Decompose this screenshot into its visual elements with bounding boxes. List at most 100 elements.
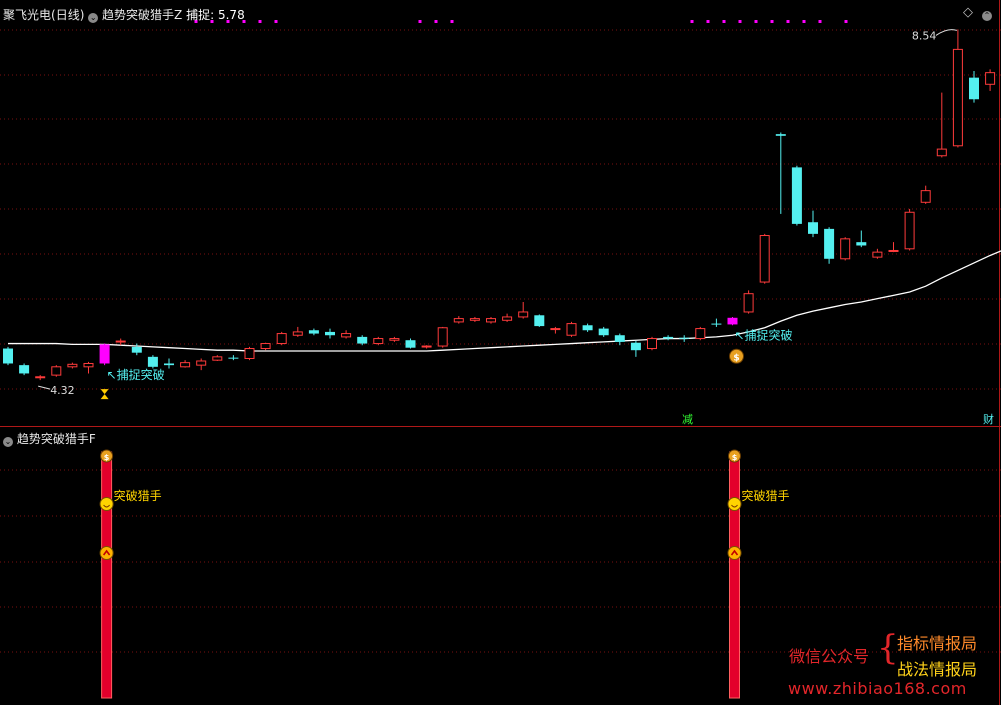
candle bbox=[147, 355, 158, 369]
candle-body bbox=[840, 238, 851, 260]
candle-body bbox=[244, 348, 255, 359]
candle bbox=[357, 335, 368, 346]
candle bbox=[502, 313, 513, 322]
sub-signal-label: 突破猎手 bbox=[114, 488, 162, 503]
candle bbox=[630, 341, 641, 357]
candle bbox=[260, 342, 271, 351]
candle-body bbox=[775, 134, 786, 136]
candle-body bbox=[502, 316, 513, 321]
main-indicator-name: 趋势突破猎手Z bbox=[102, 8, 183, 22]
candle bbox=[679, 335, 690, 342]
candle bbox=[389, 336, 400, 342]
candle-body bbox=[904, 211, 915, 250]
candle bbox=[373, 336, 384, 346]
collapse-main-icon[interactable]: ⌄ bbox=[88, 13, 99, 23]
capture-label: 捕捉: bbox=[186, 8, 215, 22]
candle-body bbox=[180, 362, 191, 368]
marker-dot bbox=[706, 20, 710, 23]
candle-body bbox=[888, 249, 899, 252]
chart-canvas[interactable]: 4.32 8.54 ↖捕捉突破 ↖捕捉突破 $ $ 突破猎手 $ 突破猎手 bbox=[0, 0, 1001, 705]
candle bbox=[566, 321, 577, 337]
candle bbox=[791, 165, 802, 226]
candle bbox=[35, 375, 46, 381]
candle bbox=[196, 358, 207, 371]
marker-dot bbox=[786, 20, 790, 23]
candle-body bbox=[437, 327, 448, 347]
hourglass-icon bbox=[100, 389, 109, 395]
candle bbox=[453, 316, 464, 324]
ma-line bbox=[8, 250, 1001, 352]
candle bbox=[582, 323, 593, 332]
candle-body bbox=[936, 148, 947, 157]
candle bbox=[115, 338, 126, 346]
candle bbox=[711, 318, 722, 327]
candle bbox=[808, 210, 818, 238]
marker-dot bbox=[754, 20, 758, 23]
candle bbox=[727, 316, 738, 326]
candle bbox=[518, 301, 529, 319]
grid-lines bbox=[0, 0, 1001, 705]
money-bag-symbol: $ bbox=[733, 353, 739, 363]
candle-body bbox=[743, 293, 754, 313]
sub-indicator-name: 趋势突破猎手F bbox=[16, 432, 96, 446]
sub-signal-column: $ 突破猎手 bbox=[99, 449, 162, 699]
candle-body bbox=[695, 328, 706, 340]
candle-body bbox=[83, 362, 94, 368]
marker-dot bbox=[722, 20, 726, 23]
marker-dot bbox=[450, 20, 454, 23]
sub-signal-column: $ 突破猎手 bbox=[727, 449, 790, 699]
candle-body bbox=[534, 315, 545, 327]
candle-body bbox=[582, 325, 593, 331]
candle-body bbox=[727, 317, 738, 325]
candle-body bbox=[808, 222, 818, 234]
candle-body bbox=[51, 366, 62, 376]
candle bbox=[840, 237, 851, 261]
sub-header: ⌄ 趋势突破猎手F bbox=[3, 430, 96, 447]
candle bbox=[51, 365, 62, 377]
marker-dot bbox=[844, 20, 848, 23]
candle-body bbox=[3, 348, 13, 364]
marker-dot bbox=[770, 20, 774, 23]
marker-dot bbox=[258, 20, 262, 23]
candle bbox=[67, 362, 78, 369]
candle-body bbox=[920, 190, 931, 203]
candle-body bbox=[969, 77, 979, 100]
candle bbox=[695, 326, 706, 341]
candle bbox=[164, 358, 174, 369]
candle-body bbox=[663, 336, 674, 339]
candle bbox=[824, 227, 835, 264]
candle bbox=[19, 363, 30, 376]
signal-bar bbox=[729, 451, 740, 699]
candle-body bbox=[518, 311, 529, 318]
signal-label: ↖捕捉突破 bbox=[107, 367, 165, 382]
candle-body bbox=[566, 323, 577, 336]
main-header: 聚飞光电(日线) ⌄ 趋势突破猎手Z 捕捉: 5.78 bbox=[3, 6, 245, 23]
candle-body bbox=[164, 363, 174, 366]
watermark-brace: { bbox=[877, 628, 899, 668]
marker-dot bbox=[738, 20, 742, 23]
candle bbox=[421, 345, 432, 349]
candle-body bbox=[115, 340, 126, 343]
candle-body bbox=[196, 360, 207, 366]
candle-body bbox=[630, 342, 641, 351]
collapse-right-icon[interactable]: ⌃ bbox=[982, 6, 992, 21]
candle bbox=[872, 248, 883, 259]
candle-body bbox=[341, 333, 352, 338]
candle-body bbox=[759, 235, 770, 283]
candle bbox=[180, 360, 191, 368]
smiley-icon bbox=[727, 497, 742, 511]
smiley-icon bbox=[99, 497, 114, 511]
candle bbox=[985, 69, 996, 91]
marker-dot bbox=[434, 20, 438, 23]
collapse-sub-icon[interactable]: ⌄ bbox=[3, 437, 13, 447]
diamond-icon[interactable]: ◇ bbox=[963, 5, 973, 20]
marker-dot bbox=[818, 20, 822, 23]
watermark-line2: 战法情报局 bbox=[897, 660, 978, 679]
chevron-up-icon bbox=[727, 546, 742, 560]
candle bbox=[469, 316, 480, 322]
candlestick-series bbox=[3, 29, 996, 381]
candle-body bbox=[598, 328, 609, 336]
candle bbox=[888, 242, 899, 253]
candle bbox=[550, 326, 561, 334]
candle-body bbox=[292, 331, 303, 336]
